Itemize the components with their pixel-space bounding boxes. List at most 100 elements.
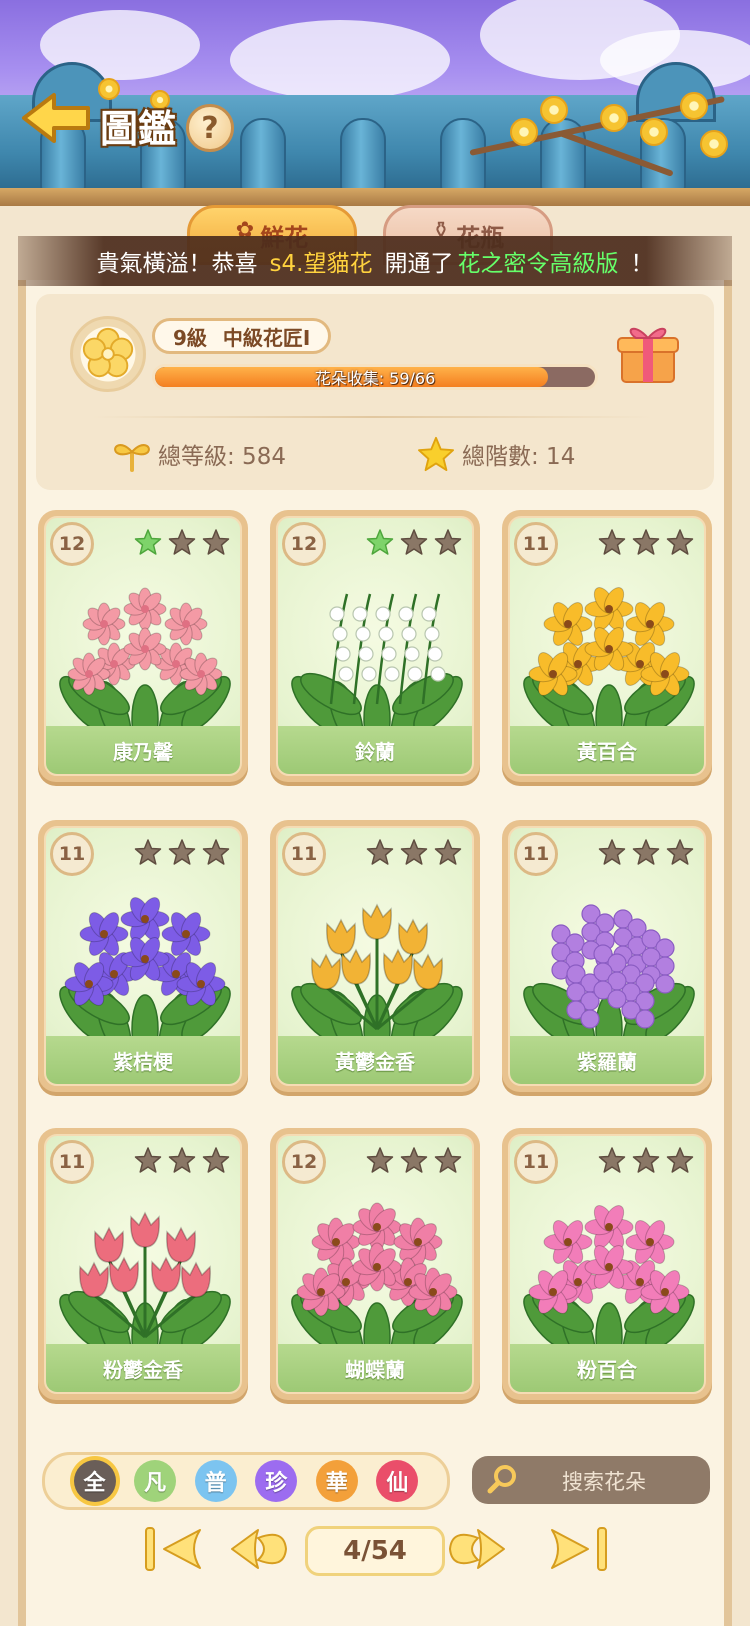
star-empty-icon [598, 838, 626, 866]
last-page-icon [551, 1527, 607, 1571]
flower-name: 黃鬱金香 [278, 1036, 472, 1084]
banner-prefix: 貴氣橫溢！恭喜 [96, 251, 258, 277]
banner-player: s4.望貓花 [269, 251, 373, 277]
flower-star-rating [366, 1146, 462, 1174]
flower-star-rating [134, 838, 230, 866]
flower-card[interactable]: 12 鈴蘭 [270, 510, 480, 782]
flower-card[interactable]: 11 紫桔梗 [38, 820, 248, 1092]
star-empty-icon [434, 1146, 462, 1174]
banner-item: 花之密令高級版 [457, 251, 619, 277]
flower-card[interactable]: 11 黃百合 [502, 510, 712, 782]
flower-star-rating [598, 528, 694, 556]
star-empty-icon [400, 528, 428, 556]
total-tier-text: 總階數: 14 [462, 444, 576, 470]
star-empty-icon [134, 1146, 162, 1174]
help-button[interactable]: ? [186, 104, 234, 152]
rarity-filter-chip[interactable]: 仙 [376, 1460, 419, 1502]
banner-middle: 開通了 [384, 251, 454, 277]
flower-name: 康乃馨 [46, 726, 240, 774]
star-empty-icon [168, 528, 196, 556]
flower-name: 粉百合 [510, 1344, 704, 1392]
banner-suffix: ！ [630, 251, 654, 277]
gift-box-icon[interactable] [616, 320, 680, 386]
flower-card[interactable]: 12 康乃馨 [38, 510, 248, 782]
flower-card[interactable]: 11 粉鬱金香 [38, 1128, 248, 1400]
previous-page-button[interactable] [228, 1522, 290, 1576]
announcement-banner: 貴氣橫溢！恭喜 s4.望貓花 開通了 花之密令高級版 ！ [18, 236, 732, 286]
star-empty-icon [632, 1146, 660, 1174]
total-level-text: 總等級: 584 [158, 444, 286, 470]
flower-card-inner: 11 黃百合 [508, 516, 706, 776]
page-title: 圖鑑 [100, 107, 177, 151]
plum-blossom-badge-icon [70, 316, 146, 392]
star-empty-icon [168, 838, 196, 866]
flower-card-inner: 11 紫羅蘭 [508, 826, 706, 1086]
flower-level-badge: 11 [514, 832, 558, 876]
rarity-filter-bar: 全凡普珍華仙 [42, 1452, 450, 1510]
flower-card[interactable]: 11 粉百合 [502, 1128, 712, 1400]
last-page-button[interactable] [548, 1522, 610, 1576]
flower-level-badge: 11 [50, 832, 94, 876]
previous-page-icon [231, 1529, 288, 1569]
lily-flower-image [518, 554, 700, 754]
stock-flower-image [518, 864, 700, 1064]
flower-star-rating [366, 838, 462, 866]
flower-name: 粉鬱金香 [46, 1344, 240, 1392]
back-arrow-button[interactable] [18, 90, 94, 146]
gardener-level-badge: 9級 中級花匠I [152, 318, 332, 354]
star-empty-icon [202, 1146, 230, 1174]
flower-star-rating [598, 838, 694, 866]
star-empty-icon [366, 838, 394, 866]
star-empty-icon [666, 528, 694, 556]
first-page-button[interactable] [142, 1522, 204, 1576]
next-page-button[interactable] [446, 1522, 508, 1576]
flower-name: 鈴蘭 [278, 726, 472, 774]
rarity-filter-chip[interactable]: 凡 [134, 1460, 177, 1502]
flower-level-badge: 12 [282, 522, 326, 566]
gardener-rank: 中級花匠I [222, 325, 311, 350]
flower-card[interactable]: 11 黃鬱金香 [270, 820, 480, 1092]
page-indicator: 4/54 [305, 1526, 445, 1576]
star-empty-icon [134, 838, 162, 866]
rarity-filter-chip[interactable]: 普 [194, 1460, 237, 1502]
star-empty-icon [434, 528, 462, 556]
first-page-icon [145, 1527, 201, 1571]
flower-star-rating [366, 528, 462, 556]
star-empty-icon [632, 528, 660, 556]
flower-level-badge: 11 [50, 1140, 94, 1184]
star-empty-icon [632, 838, 660, 866]
flower-star-rating [134, 528, 230, 556]
collection-progress-text: 花朵收集: 59/66 [314, 369, 436, 388]
search-flowers-field[interactable]: 搜索花朵 [472, 1456, 710, 1504]
flower-level-badge: 11 [514, 522, 558, 566]
flower-star-rating [134, 1146, 230, 1174]
next-page-icon [448, 1529, 505, 1569]
rarity-filter-chip[interactable]: 珍 [255, 1460, 298, 1502]
flower-level-badge: 11 [514, 1140, 558, 1184]
flower-card[interactable]: 11 紫羅蘭 [502, 820, 712, 1092]
flower-card-inner: 12 蝴蝶蘭 [276, 1134, 474, 1394]
back-arrow-icon [22, 93, 90, 143]
flower-name: 紫桔梗 [46, 1036, 240, 1084]
search-placeholder: 搜索花朵 [562, 1470, 646, 1494]
stats-divider [92, 416, 652, 418]
orchid-flower-image [286, 1172, 468, 1372]
star-empty-icon [666, 838, 694, 866]
gardener-level: 9級 [173, 325, 207, 350]
star-empty-icon [598, 1146, 626, 1174]
search-icon [487, 1465, 516, 1494]
star-empty-icon [400, 1146, 428, 1174]
star-empty-icon [366, 1146, 394, 1174]
flower-name: 黃百合 [510, 726, 704, 774]
flower-card[interactable]: 12 蝴蝶蘭 [270, 1128, 480, 1400]
star-empty-icon [202, 528, 230, 556]
star-empty-icon [168, 1146, 196, 1174]
bellflower-flower-image [54, 864, 236, 1064]
rarity-filter-chip[interactable]: 華 [315, 1460, 358, 1502]
star-empty-icon [666, 1146, 694, 1174]
rarity-filter-chip[interactable]: 全 [73, 1460, 116, 1502]
star-empty-icon [598, 528, 626, 556]
sprout-icon [114, 444, 150, 472]
flower-name: 紫羅蘭 [510, 1036, 704, 1084]
star-filled-icon [134, 528, 162, 556]
